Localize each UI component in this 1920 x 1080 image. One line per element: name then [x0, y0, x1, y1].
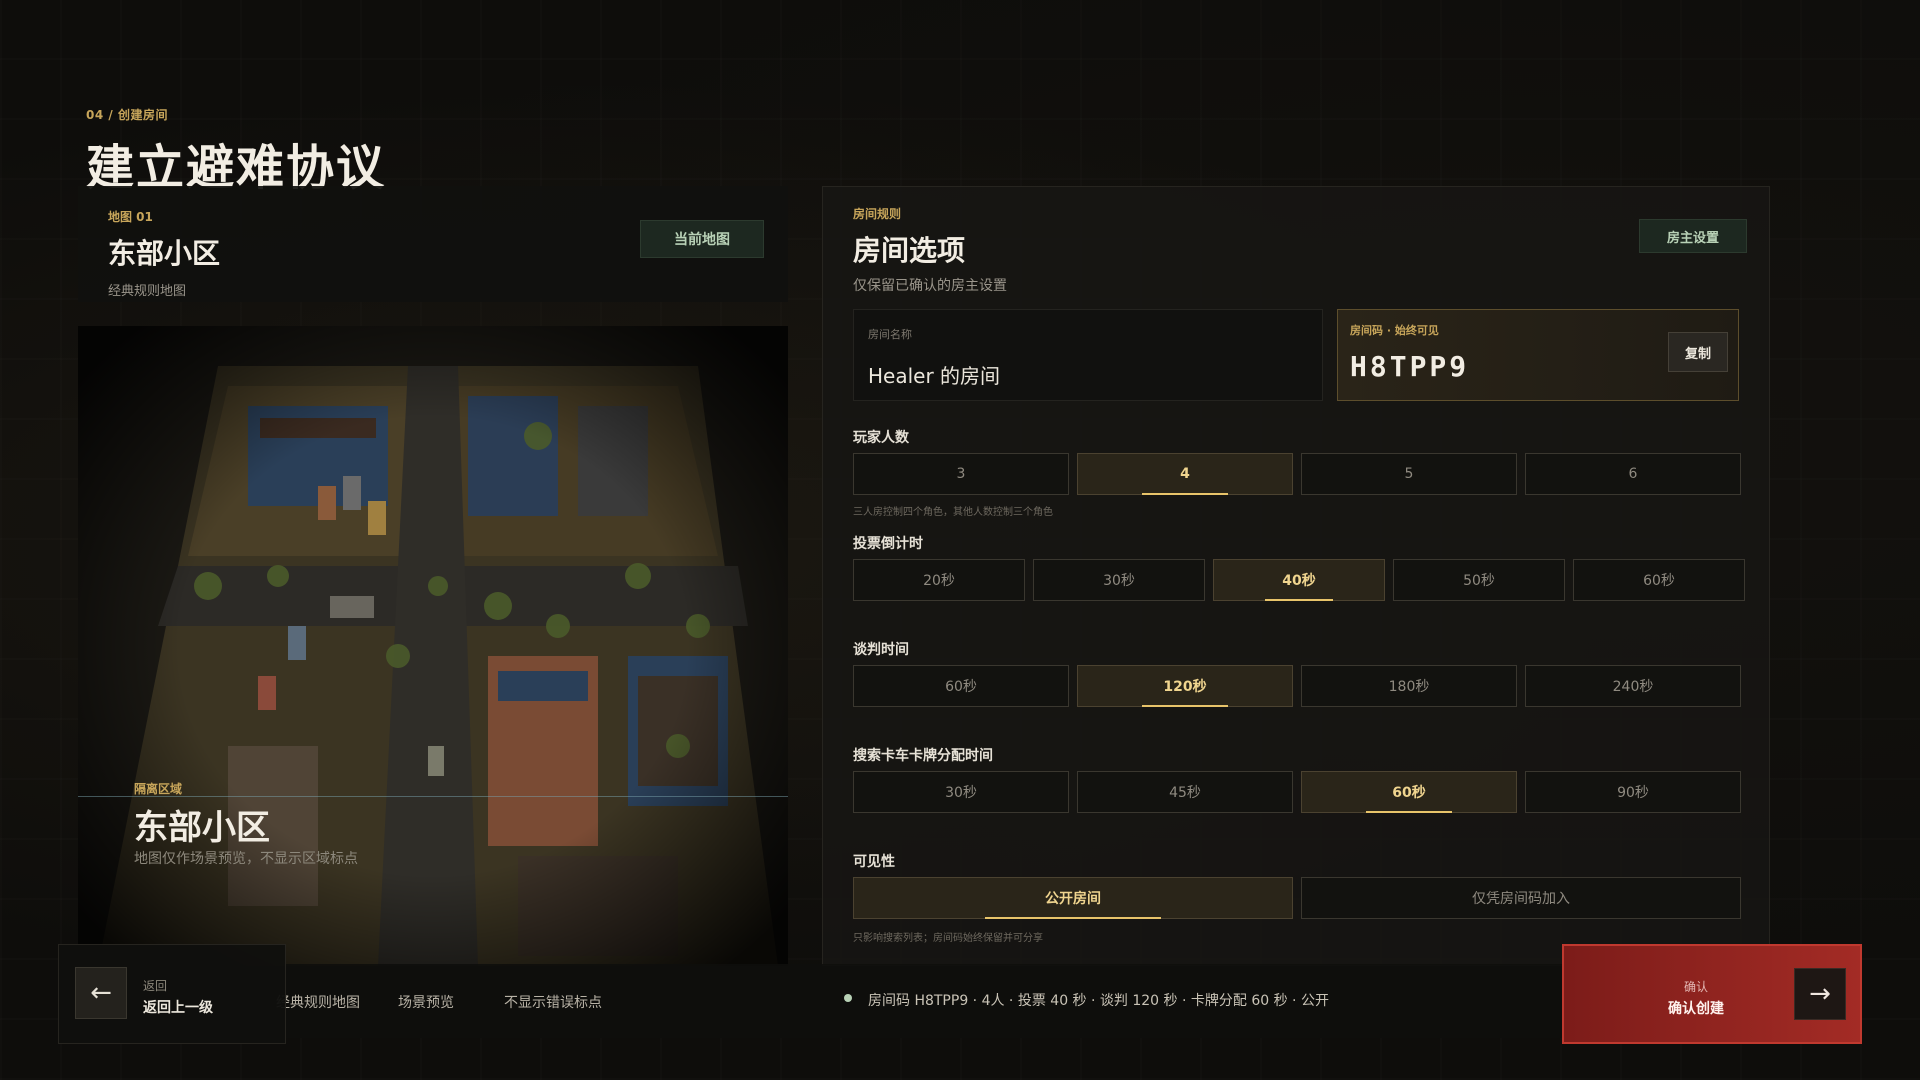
search-option[interactable]: 90秒	[1525, 771, 1741, 813]
arrow-left-icon[interactable]: ←	[75, 967, 127, 1019]
players-label: 玩家人数	[853, 430, 909, 446]
tab-classic-map[interactable]: 经典规则地图	[276, 992, 360, 1012]
map-image	[78, 326, 788, 966]
visibility-option-selected[interactable]: 公开房间	[853, 877, 1293, 919]
vote-option[interactable]: 20秒	[853, 559, 1025, 601]
vote-option[interactable]: 30秒	[1033, 559, 1205, 601]
room-code-label: 房间码 · 始终可见	[1350, 324, 1439, 337]
negotiation-label: 谈判时间	[853, 642, 909, 658]
search-options: 30秒 45秒 60秒 90秒	[853, 771, 1741, 813]
arrow-right-icon[interactable]: →	[1794, 968, 1846, 1020]
search-option[interactable]: 30秒	[853, 771, 1069, 813]
visibility-hint: 只影响搜索列表；房间码始终保留并可分享	[853, 933, 1043, 944]
room-name-label: 房间名称	[868, 328, 912, 341]
confirm-caption: 确认	[1684, 980, 1709, 994]
room-name-field[interactable]: 房间名称 Healer 的房间	[853, 309, 1323, 401]
zone-label: 隔离区域	[134, 782, 183, 796]
players-option-selected[interactable]: 4	[1077, 453, 1293, 495]
search-label: 搜索卡车卡牌分配时间	[853, 748, 993, 764]
visibility-label: 可见性	[853, 854, 895, 870]
map-header: 地图 01 东部小区 经典规则地图 当前地图	[78, 186, 788, 302]
players-hint: 三人房控制四个角色，其他人数控制三个角色	[853, 507, 1053, 518]
room-title: 房间选项	[853, 234, 966, 267]
negotiation-option[interactable]: 180秒	[1301, 665, 1517, 707]
search-option[interactable]: 45秒	[1077, 771, 1293, 813]
zone-description: 地图仅作场景预览，不显示区域标点	[134, 851, 358, 867]
vote-label: 投票倒计时	[853, 536, 923, 552]
map-preview	[78, 326, 788, 966]
room-description: 仅保留已确认的房主设置	[853, 278, 1007, 294]
host-settings-button[interactable]: 房主设置	[1639, 219, 1747, 253]
map-divider	[78, 796, 788, 797]
copy-code-button[interactable]: 复制	[1668, 332, 1728, 372]
back-caption: 返回	[143, 979, 168, 993]
map-name: 东部小区	[108, 237, 221, 270]
confirm-create-button[interactable]: 确认 确认创建 →	[1562, 944, 1862, 1044]
bottom-bar: 经典规则地图 场景预览 不显示错误标点 房间码 H8TPP9 · 4人 · 投票…	[276, 964, 1562, 1038]
players-options: 3 4 5 6	[853, 453, 1741, 495]
negotiation-options: 60秒 120秒 180秒 240秒	[853, 665, 1741, 707]
negotiation-option-selected[interactable]: 120秒	[1077, 665, 1293, 707]
map-index: 地图 01	[108, 210, 153, 224]
breadcrumb: 04 / 创建房间	[86, 108, 168, 122]
room-code-value: H8TPP9	[1350, 350, 1470, 383]
room-name-value: Healer 的房间	[868, 364, 1001, 388]
back-button[interactable]: ← 返回 返回上一级	[58, 944, 286, 1044]
map-subtitle: 经典规则地图	[108, 284, 187, 299]
map-panel: 地图 01 东部小区 经典规则地图 当前地图 隔离区域 东部小区 地图仅作场景预…	[78, 186, 788, 966]
status-dot-icon	[844, 994, 852, 1002]
tab-hide-markers[interactable]: 不显示错误标点	[504, 992, 602, 1012]
players-option[interactable]: 5	[1301, 453, 1517, 495]
search-option-selected[interactable]: 60秒	[1301, 771, 1517, 813]
visibility-option[interactable]: 仅凭房间码加入	[1301, 877, 1741, 919]
vote-option[interactable]: 60秒	[1573, 559, 1745, 601]
room-options-panel: 房间规则 房间选项 仅保留已确认的房主设置 房主设置 房间名称 Healer 的…	[822, 186, 1770, 966]
zone-name: 东部小区	[134, 808, 270, 848]
room-code-box: 房间码 · 始终可见 H8TPP9 复制	[1337, 309, 1739, 401]
vote-option-selected[interactable]: 40秒	[1213, 559, 1385, 601]
confirm-label: 确认创建	[1668, 1001, 1724, 1017]
players-option[interactable]: 6	[1525, 453, 1741, 495]
current-map-button[interactable]: 当前地图	[640, 220, 764, 258]
vote-option[interactable]: 50秒	[1393, 559, 1565, 601]
players-option[interactable]: 3	[853, 453, 1069, 495]
room-summary: 房间码 H8TPP9 · 4人 · 投票 40 秒 · 谈判 120 秒 · 卡…	[868, 993, 1329, 1009]
room-kicker: 房间规则	[853, 207, 902, 221]
vote-options: 20秒 30秒 40秒 50秒 60秒	[853, 559, 1745, 601]
back-label: 返回上一级	[143, 1000, 213, 1016]
tab-scene-preview[interactable]: 场景预览	[398, 992, 454, 1012]
negotiation-option[interactable]: 240秒	[1525, 665, 1741, 707]
visibility-options: 公开房间 仅凭房间码加入	[853, 877, 1741, 919]
negotiation-option[interactable]: 60秒	[853, 665, 1069, 707]
